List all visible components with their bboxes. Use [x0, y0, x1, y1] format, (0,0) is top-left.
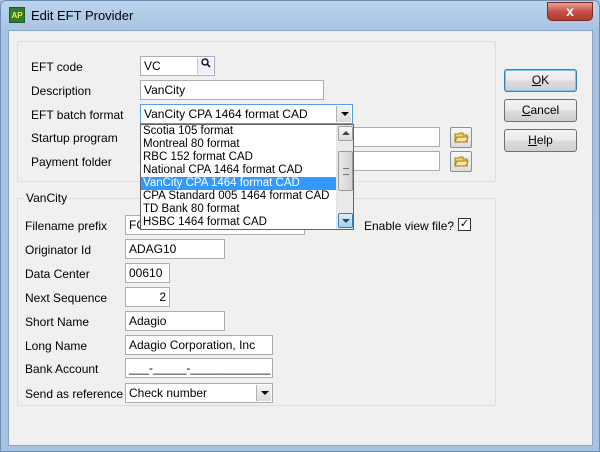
- scroll-down-icon[interactable]: [338, 213, 353, 228]
- dropdown-option[interactable]: HSBC 1464 format CAD: [141, 216, 353, 229]
- search-icon[interactable]: [197, 58, 213, 74]
- window-title: Edit EFT Provider: [31, 8, 134, 23]
- filename-prefix-label: Filename prefix: [25, 219, 108, 233]
- app-logo-icon: AP: [9, 7, 25, 23]
- ok-accel-key: O: [531, 73, 542, 87]
- dropdown-option[interactable]: CPA Standard 005 1464 format CAD: [141, 190, 353, 203]
- startup-program-label: Startup program: [31, 131, 118, 145]
- title-bar[interactable]: AP Edit EFT Provider x: [1, 1, 599, 31]
- cancel-button[interactable]: Cancel: [504, 99, 577, 122]
- originator-id-input[interactable]: ADAG10: [125, 239, 225, 259]
- ok-label: K: [541, 73, 550, 87]
- dropdown-scrollbar[interactable]: [336, 125, 353, 229]
- chevron-down-icon[interactable]: [256, 385, 271, 401]
- send-as-reference-value: Check number: [129, 386, 208, 400]
- dropdown-option[interactable]: Montreal 80 format: [141, 138, 353, 151]
- description-input[interactable]: VanCity: [140, 80, 324, 100]
- startup-program-browse-button[interactable]: [450, 127, 472, 148]
- send-as-reference-label: Send as reference: [25, 387, 124, 401]
- short-name-label: Short Name: [25, 315, 90, 329]
- long-name-input[interactable]: Adagio Corporation, Inc: [125, 335, 273, 355]
- long-name-label: Long Name: [25, 339, 88, 353]
- close-window-button[interactable]: x: [547, 2, 593, 21]
- send-as-reference-select[interactable]: Check number: [125, 383, 273, 403]
- dropdown-option[interactable]: National CPA 1464 format CAD: [141, 164, 353, 177]
- bank-account-input[interactable]: ___-_____-____________: [125, 358, 273, 378]
- vancity-group-title: VanCity: [24, 191, 70, 205]
- eft-code-label: EFT code: [31, 60, 83, 74]
- next-sequence-input[interactable]: 2: [125, 287, 170, 307]
- payment-folder-label: Payment folder: [31, 155, 112, 169]
- cancel-label: ancel: [530, 103, 560, 117]
- data-center-label: Data Center: [25, 267, 90, 281]
- scroll-thumb[interactable]: [338, 151, 353, 191]
- dropdown-option[interactable]: RBC 152 format CAD: [141, 151, 353, 164]
- eft-code-input[interactable]: VC: [140, 56, 215, 76]
- dropdown-option[interactable]: Scotia 105 format: [141, 125, 353, 138]
- help-button[interactable]: Help: [504, 129, 577, 152]
- enable-view-file-checkbox[interactable]: ✓: [458, 218, 471, 231]
- eft-batch-format-select[interactable]: VanCity CPA 1464 format CAD: [140, 104, 353, 124]
- folder-icon: [454, 132, 469, 143]
- bank-account-label: Bank Account: [25, 362, 99, 376]
- originator-id-label: Originator Id: [25, 243, 92, 257]
- short-name-input[interactable]: Adagio: [125, 311, 225, 331]
- chevron-down-icon[interactable]: [336, 106, 351, 122]
- dialog-client-area: EFT code VC Description VanCity EFT batc…: [8, 30, 593, 446]
- dialog-window: AP Edit EFT Provider x EFT code VC Descr…: [0, 0, 600, 452]
- eft-batch-format-value: VanCity CPA 1464 format CAD: [144, 107, 308, 121]
- scroll-up-icon[interactable]: [338, 126, 353, 141]
- help-accel-key: H: [528, 133, 537, 147]
- help-label: elp: [536, 133, 553, 147]
- ok-button[interactable]: OK: [504, 69, 577, 92]
- data-center-input[interactable]: 00610: [125, 263, 170, 283]
- eft-code-value: VC: [144, 59, 161, 73]
- dropdown-option[interactable]: TD Bank 80 format: [141, 203, 353, 216]
- next-sequence-label: Next Sequence: [25, 291, 108, 305]
- description-label: Description: [31, 84, 92, 98]
- folder-icon: [454, 156, 469, 167]
- enable-view-file-label: Enable view file?: [364, 219, 455, 233]
- dropdown-option[interactable]: VanCity CPA 1464 format CAD: [141, 177, 353, 190]
- eft-batch-format-dropdown-list: Scotia 105 format Montreal 80 format RBC 1…: [140, 124, 354, 230]
- eft-batch-format-label: EFT batch format: [31, 108, 124, 122]
- payment-folder-browse-button[interactable]: [450, 151, 472, 172]
